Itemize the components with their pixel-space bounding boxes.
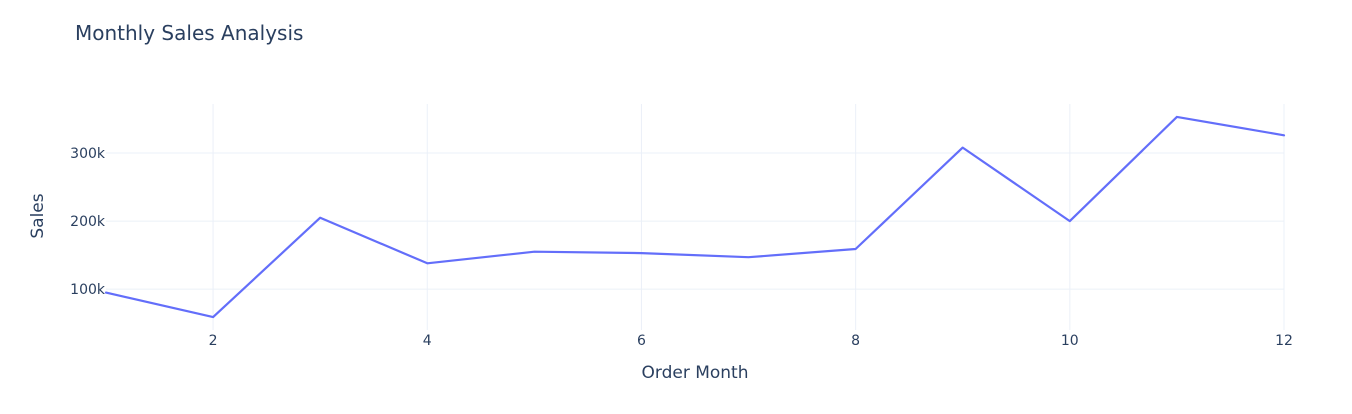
x-tick-label: 8 [851,333,860,349]
y-tick-label: 300k [70,146,106,162]
chart-title: Monthly Sales Analysis [75,21,303,45]
x-tick-label: 2 [209,333,218,349]
sales-series-line [104,115,1286,319]
x-tick-label: 4 [423,333,432,349]
line-chart: Monthly Sales Analysis 2 4 6 8 10 12 100k 200k… [28,21,1293,383]
chart-container: Monthly Sales Analysis 2 4 6 8 10 12 100k 200k… [0,0,1352,414]
x-tick-label: 10 [1061,333,1079,349]
y-axis-title: Sales [28,193,48,238]
series-layer [104,115,1286,319]
grid-layer [106,104,1285,330]
x-tick-label: 12 [1275,333,1293,349]
x-axis-ticks: 2 4 6 8 10 12 [209,333,1293,349]
x-tick-label: 6 [637,333,646,349]
x-axis-title: Order Month [642,363,749,383]
y-tick-label: 100k [70,282,106,298]
y-axis-ticks: 100k 200k 300k [70,146,106,298]
y-tick-label: 200k [70,214,106,230]
